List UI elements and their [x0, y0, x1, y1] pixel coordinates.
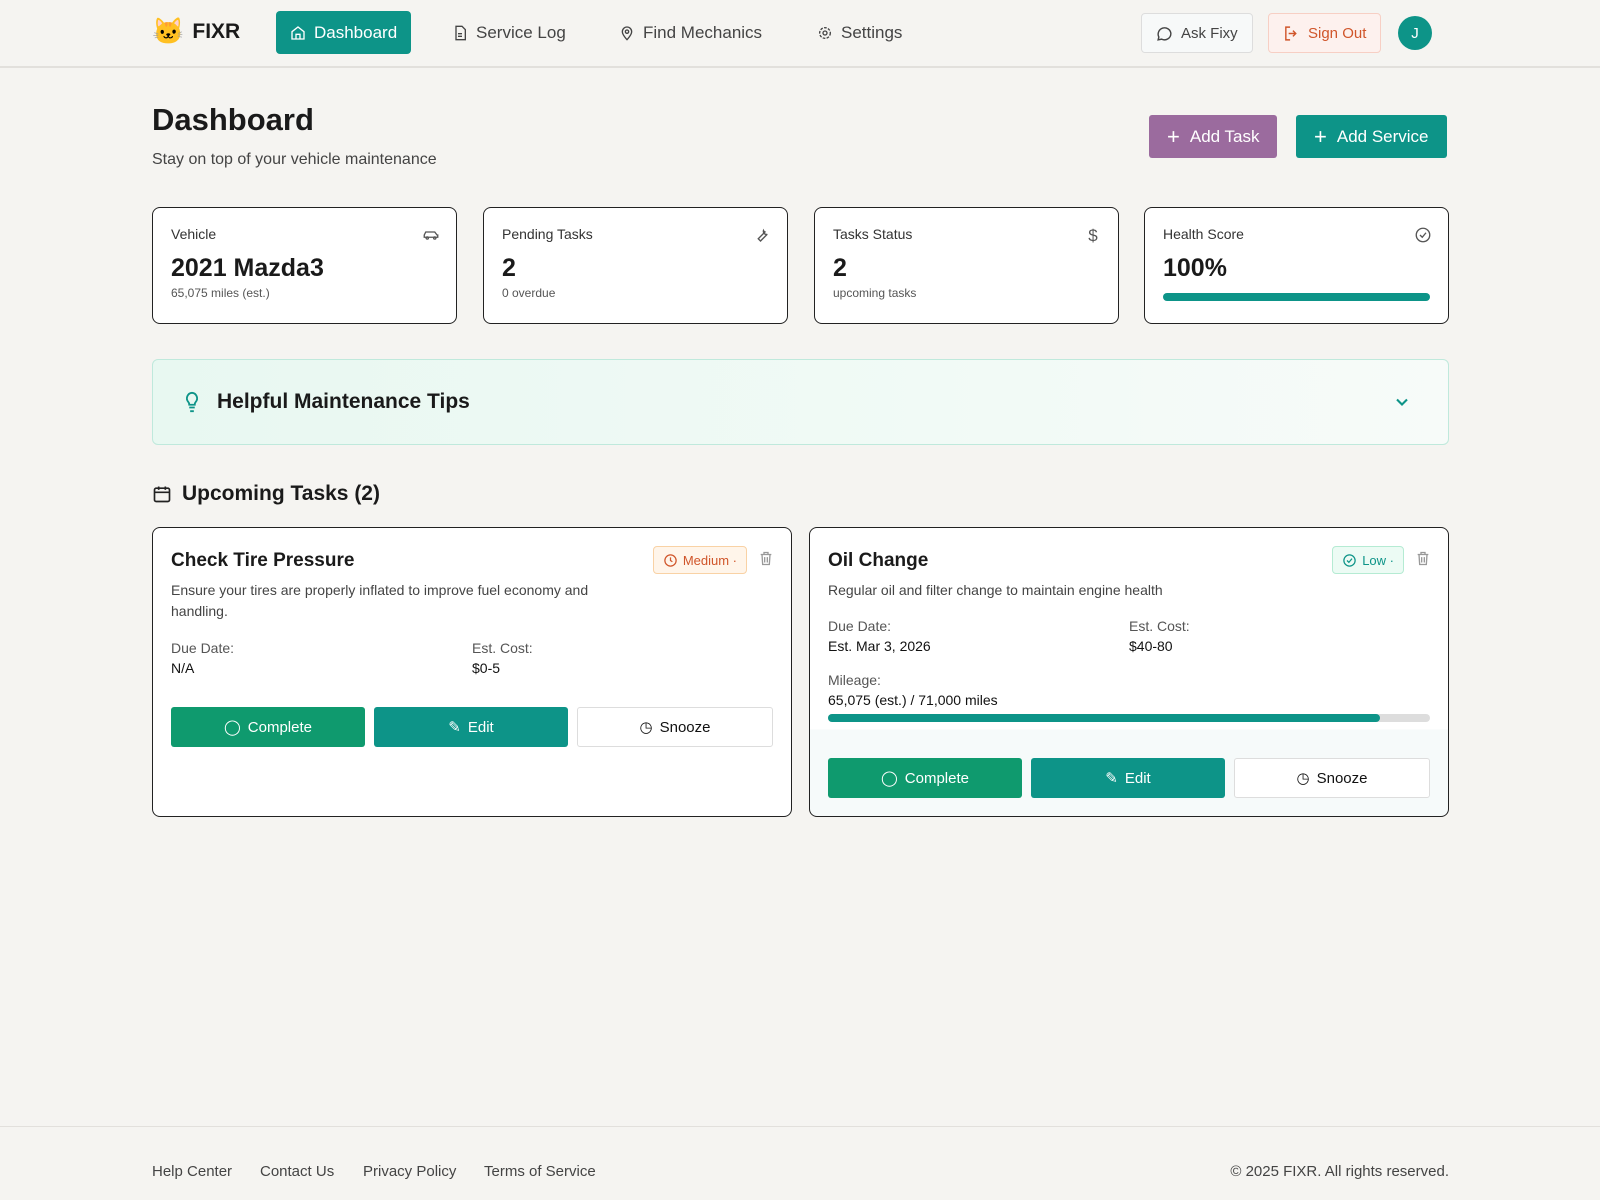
snooze-button[interactable]: ◷Snooze	[1234, 758, 1430, 798]
home-icon	[290, 25, 306, 41]
maintenance-tips-panel[interactable]: Helpful Maintenance Tips	[152, 359, 1449, 445]
user-avatar[interactable]: J	[1398, 16, 1432, 50]
calendar-icon	[152, 484, 172, 504]
mileage-progress-track	[828, 714, 1430, 722]
copyright: © 2025 FIXR. All rights reserved.	[1230, 1163, 1449, 1180]
upcoming-tasks-heading: Upcoming Tasks (2)	[152, 482, 380, 506]
ask-fixy-button[interactable]: Ask Fixy	[1141, 13, 1253, 53]
add-service-button[interactable]: +Add Service	[1296, 115, 1447, 158]
cat-mascot-icon: 🐱	[152, 16, 184, 47]
add-task-button[interactable]: +Add Task	[1149, 115, 1277, 158]
nav-find-mechanics[interactable]: Find Mechanics	[605, 11, 776, 54]
footer-contact-us[interactable]: Contact Us	[260, 1163, 334, 1180]
page-title: Dashboard	[152, 102, 314, 138]
gear-icon	[817, 25, 833, 41]
footer-terms[interactable]: Terms of Service	[484, 1163, 596, 1180]
top-nav: 🐱FIXR Dashboard Service Log Find Mechani…	[0, 0, 1600, 68]
stat-card-vehicle: Vehicle 2021 Mazda3 65,075 miles (est.)	[152, 207, 457, 324]
car-icon	[422, 226, 440, 244]
plus-icon: +	[1314, 124, 1327, 150]
nav-service-log[interactable]: Service Log	[438, 11, 580, 54]
stat-card-pending-tasks: Pending Tasks 2 0 overdue	[483, 207, 788, 324]
snooze-button[interactable]: ◷Snooze	[577, 707, 773, 747]
priority-badge[interactable]: Medium ·	[653, 546, 747, 574]
dollar-icon: $	[1084, 226, 1102, 244]
logout-icon	[1283, 25, 1300, 42]
complete-button[interactable]: ◯Complete	[828, 758, 1022, 798]
map-pin-icon	[619, 25, 635, 41]
nav-settings[interactable]: Settings	[803, 11, 916, 54]
clock-icon: ◷	[640, 718, 653, 736]
brand-logo[interactable]: 🐱FIXR	[152, 16, 240, 47]
check-circle-icon: ◯	[881, 769, 898, 787]
clock-icon	[663, 553, 678, 568]
stat-card-health-score: Health Score 100%	[1144, 207, 1449, 324]
check-circle-icon: ◯	[224, 718, 241, 736]
edit-icon: ✎	[1105, 769, 1118, 787]
wrench-icon	[753, 226, 771, 244]
plus-icon: +	[1167, 124, 1180, 150]
check-circle-icon	[1414, 226, 1432, 244]
nav-dashboard[interactable]: Dashboard	[276, 11, 411, 54]
health-progress-bar	[1163, 293, 1430, 301]
task-card-oil-change: Oil Change Low · Regular oil and filter …	[809, 527, 1449, 817]
footer-privacy-policy[interactable]: Privacy Policy	[363, 1163, 456, 1180]
stat-card-tasks-status: Tasks Status 2 upcoming tasks $	[814, 207, 1119, 324]
document-icon	[452, 25, 468, 41]
page-subtitle: Stay on top of your vehicle maintenance	[152, 151, 437, 169]
priority-badge[interactable]: Low ·	[1332, 546, 1404, 574]
complete-button[interactable]: ◯Complete	[171, 707, 365, 747]
trash-icon[interactable]	[758, 550, 774, 567]
footer-help-center[interactable]: Help Center	[152, 1163, 232, 1180]
task-card-tire-pressure: Check Tire Pressure Medium · Ensure your…	[152, 527, 792, 817]
trash-icon[interactable]	[1415, 550, 1431, 567]
footer-divider	[0, 1126, 1600, 1127]
edit-button[interactable]: ✎Edit	[374, 707, 568, 747]
mileage-progress-fill	[828, 714, 1380, 722]
clock-icon: ◷	[1297, 769, 1310, 787]
chevron-down-icon[interactable]	[1392, 392, 1412, 412]
edit-icon: ✎	[448, 718, 461, 736]
edit-button[interactable]: ✎Edit	[1031, 758, 1225, 798]
lightbulb-icon	[181, 390, 203, 414]
sign-out-button[interactable]: Sign Out	[1268, 13, 1381, 53]
chat-bubble-icon	[1156, 25, 1173, 42]
check-circle-icon	[1342, 553, 1357, 568]
